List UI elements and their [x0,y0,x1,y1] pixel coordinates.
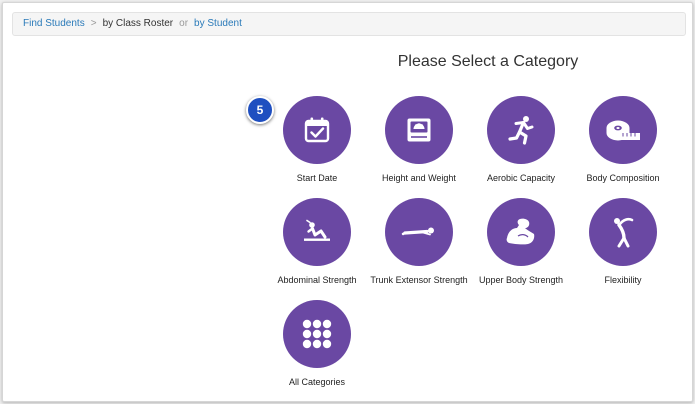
category-label: Body Composition [586,173,660,183]
find-students-link[interactable]: Find Students [23,18,85,29]
category-aerobic-capacity[interactable]: Aerobic Capacity [472,96,570,183]
running-person-icon [508,116,534,145]
category-body-composition[interactable]: Body Composition [574,96,672,183]
category-circle[interactable] [385,198,453,266]
category-trunk-extensor-strength[interactable]: Trunk Extensor Strength [370,198,468,285]
category-abdominal-strength[interactable]: Abdominal Strength [268,198,366,285]
breadcrumb-or: or [179,18,189,29]
curl-up-icon [304,219,330,241]
step-number-badge: 5 [246,96,274,124]
calendar-check-icon [304,117,330,143]
category-circle[interactable] [487,198,555,266]
category-label: Trunk Extensor Strength [370,275,468,285]
trunk-lift-icon [401,227,434,236]
breadcrumb-separator: > [90,18,97,29]
category-label: Upper Body Strength [478,275,564,285]
category-circle[interactable] [283,198,351,266]
category-label: Aerobic Capacity [486,173,556,183]
category-circle[interactable] [589,96,657,164]
category-circle[interactable] [385,96,453,164]
category-label: Abdominal Strength [277,275,357,285]
category-circle[interactable] [283,96,351,164]
category-circle[interactable] [589,198,657,266]
flexed-arm-icon [506,218,535,245]
breadcrumb-by-class-roster: by Class Roster [102,18,174,29]
category-all-categories[interactable]: All Categories [268,300,366,387]
stretching-person-icon [614,217,634,248]
category-circle[interactable] [283,300,351,368]
page-title: Please Select a Category [397,53,579,70]
app-window: Find Students > by Class Roster or by Studen… [2,2,693,402]
category-start-date[interactable]: Start Date [268,96,366,183]
scale-icon [407,118,431,142]
category-upper-body-strength[interactable]: Upper Body Strength [472,198,570,285]
category-label: All Categories [288,377,346,387]
category-label: Start Date [296,173,338,183]
category-flexibility[interactable]: Flexibility [574,198,672,285]
category-label: Height and Weight [382,173,456,183]
breadcrumb: Find Students > by Class Roster or by Studen… [12,12,686,36]
by-student-link[interactable]: by Student [194,18,242,29]
category-height-and-weight[interactable]: Height and Weight [370,96,468,183]
grid-dots-icon [302,319,332,349]
tape-measure-icon [606,120,640,141]
category-label: Flexibility [604,275,642,285]
category-circle[interactable] [487,96,555,164]
